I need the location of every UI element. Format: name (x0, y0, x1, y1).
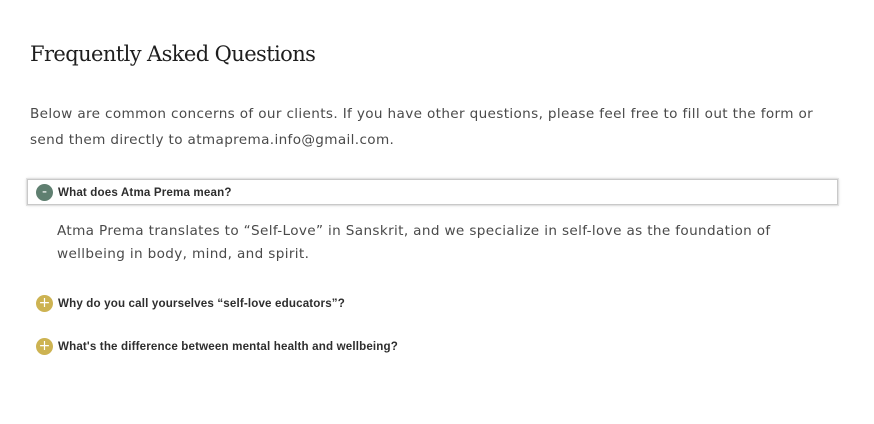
faq-intro: Below are common concerns of our clients… (30, 106, 814, 148)
faq-question-label: Why do you call yourselves “self-love ed… (58, 296, 345, 310)
faq-item: + Why do you call yourselves “self-love … (27, 290, 838, 316)
page-title: Frequently Asked Questions (30, 42, 316, 66)
faq-question-label: What does Atma Prema mean? (58, 185, 232, 199)
faq-answer: Atma Prema translates to “Self-Love” in … (57, 223, 771, 262)
faq-list: - What does Atma Prema mean? Atma Prema … (27, 179, 838, 359)
faq-item: - What does Atma Prema mean? Atma Prema … (27, 179, 838, 266)
plus-icon[interactable]: + (36, 294, 53, 312)
faq-question-toggle[interactable]: + Why do you call yourselves “self-love … (27, 290, 838, 316)
faq-item: + What's the difference between mental h… (27, 333, 838, 359)
faq-question-label: What's the difference between mental hea… (58, 339, 398, 353)
minus-icon[interactable]: - (36, 183, 53, 201)
plus-icon[interactable]: + (36, 337, 53, 355)
faq-question-toggle[interactable]: + What's the difference between mental h… (27, 333, 838, 359)
faq-question-toggle[interactable]: - What does Atma Prema mean? (27, 179, 838, 205)
